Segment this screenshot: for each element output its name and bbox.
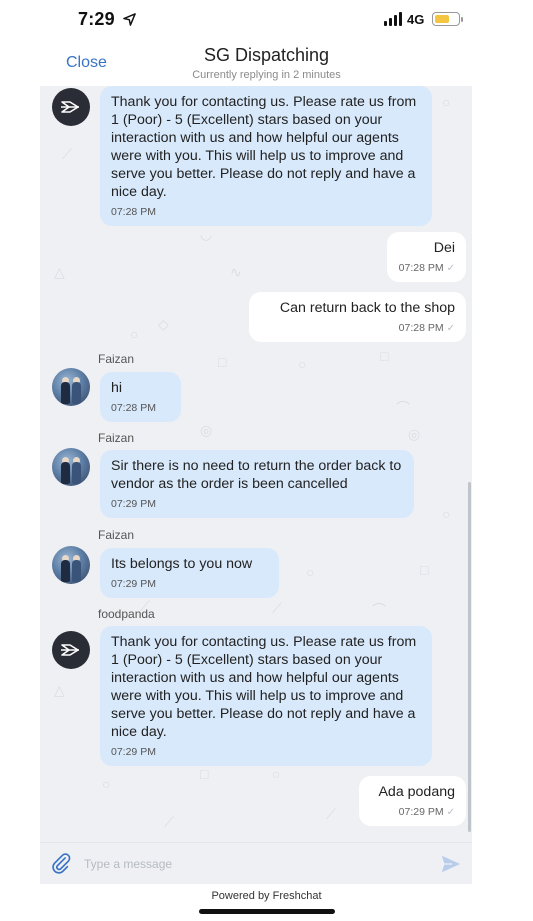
battery-level [435, 15, 450, 23]
message-time: 07:29 PM [398, 806, 444, 818]
message-time-row: 07:28 PM ✓ [260, 322, 455, 334]
message-bubble-outgoing: Can return back to the shop 07:28 PM ✓ [249, 292, 466, 342]
message-text: Dei [433, 240, 455, 256]
delivered-check-icon: ✓ [446, 323, 455, 334]
message-time: 07:29 PM [111, 578, 156, 590]
status-bar: 7:29 4G [0, 0, 533, 38]
delivered-check-icon: ✓ [446, 807, 455, 818]
agent-avatar [52, 546, 90, 584]
status-time: 7:29 [78, 9, 136, 30]
send-icon[interactable] [440, 853, 462, 875]
bottom-edge [0, 915, 533, 921]
agent-avatar [52, 368, 90, 406]
chat-header: Close SG Dispatching Currently replying … [0, 38, 533, 86]
sender-name: foodpanda [98, 607, 155, 621]
agent-avatar [52, 448, 90, 486]
message-text: Thank you for contacting us. Please rate… [111, 94, 417, 200]
sender-name: Faizan [98, 431, 135, 445]
location-arrow-icon [123, 13, 136, 26]
message-text: hi [111, 380, 123, 396]
sender-name: Faizan [98, 528, 135, 542]
message-time: 07:28 PM [398, 322, 444, 334]
home-indicator[interactable] [199, 909, 335, 914]
message-input[interactable] [84, 852, 414, 876]
chat-thread[interactable]: ○ ⟋ ◡ △ ∿ ◇ ○ □ ○ □ ⌒ ◎ ◎ ○ ○ □ ⟋ ⟋ ⌒ △ … [40, 86, 472, 842]
chat-title: SG Dispatching [203, 45, 330, 65]
message-time: 07:29 PM [111, 746, 156, 758]
message-text: Ada podang [378, 784, 455, 800]
network-type: 4G [407, 11, 425, 27]
header-title-group: SG Dispatching Currently replying in 2 m… [0, 45, 533, 81]
message-time: 07:28 PM [111, 206, 156, 218]
message-composer [40, 842, 472, 884]
delivered-check-icon: ✓ [446, 263, 455, 274]
message-text: Thank you for contacting us. Please rate… [111, 634, 417, 740]
scrollbar[interactable] [468, 482, 471, 832]
foodpanda-bot-icon [52, 88, 90, 126]
message-text: Sir there is no need to return the order… [111, 458, 402, 492]
message-time: 07:28 PM [398, 262, 444, 274]
message-text: Its belongs to you now [111, 556, 253, 572]
status-indicators: 4G [384, 10, 464, 28]
message-time: 07:28 PM [111, 402, 156, 414]
battery-icon [432, 12, 464, 26]
message-text: Can return back to the shop [279, 300, 455, 316]
clock-time: 7:29 [78, 9, 115, 29]
message-bubble-incoming: Its belongs to you now 07:29 PM [100, 548, 279, 598]
foodpanda-bot-icon [52, 631, 90, 669]
message-bubble-incoming: hi 07:28 PM [100, 372, 181, 422]
powered-by-label: Powered by Freshchat [211, 890, 322, 902]
message-bubble-incoming: Thank you for contacting us. Please rate… [100, 626, 432, 766]
message-bubble-outgoing: Ada podang 07:29 PM ✓ [359, 776, 466, 826]
message-time-row: 07:29 PM ✓ [370, 806, 455, 818]
message-bubble-incoming: Sir there is no need to return the order… [100, 450, 414, 518]
message-time: 07:29 PM [111, 498, 156, 510]
message-bubble-outgoing: Dei 07:28 PM ✓ [387, 232, 466, 282]
sender-name: Faizan [98, 352, 135, 366]
paperclip-icon[interactable] [50, 852, 72, 874]
message-bubble-incoming: Thank you for contacting us. Please rate… [100, 86, 432, 226]
message-time-row: 07:28 PM ✓ [398, 262, 455, 274]
signal-icon [384, 12, 402, 26]
chat-subtitle: Currently replying in 2 minutes [192, 69, 341, 81]
